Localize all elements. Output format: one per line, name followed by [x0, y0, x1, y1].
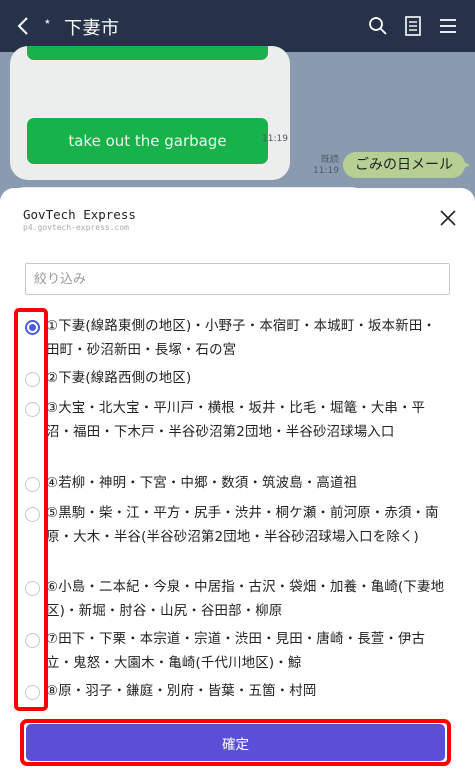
radio-button[interactable]: [25, 477, 40, 492]
message-time: 11:19: [262, 134, 288, 144]
radio-button[interactable]: [25, 402, 40, 417]
search-icon[interactable]: [364, 12, 392, 40]
filter-input[interactable]: [25, 263, 450, 295]
radio-button[interactable]: [25, 685, 40, 700]
radio-button[interactable]: [25, 507, 40, 522]
area-option-label: ⑥小島・二本紀・今泉・中居指・古沢・袋畑・加養・亀崎(下妻地区)・新堀・肘谷・山…: [46, 580, 445, 619]
radio-button[interactable]: [25, 320, 40, 335]
area-option-label: ④若柳・神明・下宮・中郷・数須・筑波島・高道祖: [46, 476, 358, 491]
previous-option-button[interactable]: [27, 46, 268, 60]
radio-button[interactable]: [25, 633, 40, 648]
radio-button[interactable]: [25, 372, 40, 387]
back-arrow-icon[interactable]: [10, 12, 38, 40]
sheet-url: p4.govtech-express.com: [23, 223, 129, 232]
user-message-bubble: ごみの日メール: [343, 152, 470, 178]
read-label: 既読: [320, 155, 339, 165]
menu-icon[interactable]: [434, 12, 462, 40]
bot-message-card: take out the garbage: [10, 46, 290, 180]
confirm-button[interactable]: 確定: [26, 724, 445, 761]
notes-icon[interactable]: [399, 12, 427, 40]
message-time: 11:19: [313, 166, 339, 176]
top-bar: ⋆ 下妻市: [0, 0, 475, 52]
sheet-title: GovTech Express: [23, 207, 136, 222]
area-option-label: ⑦田下・下栗・本宗道・宗道・渋田・見田・唐崎・長萱・伊古立・鬼怒・大園木・亀崎(…: [46, 632, 426, 671]
area-option-label: ⑧原・羽子・鎌庭・別府・皆葉・五箇・村岡: [46, 684, 317, 699]
area-option-label: ③大宝・北大宝・平川戸・横根・坂井・比毛・堀篭・大串・平沼・福田・下木戸・半谷砂…: [46, 401, 426, 440]
area-option-label: ②下妻(線路西側の地区): [46, 371, 192, 386]
area-option-label: ⑤黒駒・柴・江・平方・尻手・渋井・桐ケ瀬・前河原・赤須・南原・大木・半谷(半谷砂…: [46, 506, 439, 545]
garbage-button[interactable]: take out the garbage: [27, 118, 268, 164]
area-select-sheet: GovTech Express p4.govtech-express.com ①…: [0, 188, 475, 774]
chat-title: 下妻市: [64, 18, 120, 39]
area-option-label: ①下妻(線路東側の地区)・小野子・本宿町・本城町・坂本新田・田町・砂沼新田・長塚…: [46, 319, 436, 358]
favorite-star-icon[interactable]: ⋆: [43, 14, 52, 30]
close-icon[interactable]: [438, 208, 458, 228]
radio-button[interactable]: [25, 581, 40, 596]
read-receipt: 既読 11:19: [313, 155, 339, 177]
